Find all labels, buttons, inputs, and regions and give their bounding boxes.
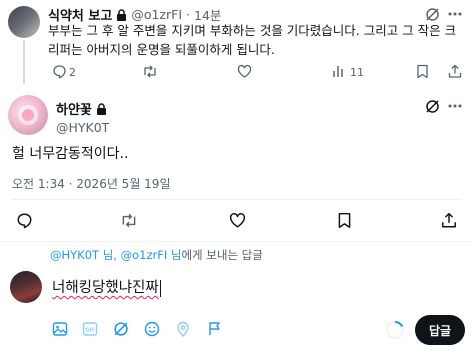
reply-icon[interactable] <box>52 64 67 79</box>
more-icon[interactable] <box>446 6 464 22</box>
grok-icon[interactable] <box>113 321 129 337</box>
views-icon[interactable] <box>331 64 346 79</box>
replying-to-suffix: 에게 보내는 답글 <box>181 248 263 262</box>
main-action-bar <box>12 212 461 232</box>
main-tweet-text: 헐 너무감동적이다.. <box>12 146 129 162</box>
replying-to-handles[interactable]: @HYK0T 님, @o1zrFI 님 <box>50 248 181 262</box>
bookmark-icon[interactable] <box>337 212 352 229</box>
gif-icon[interactable]: GIF <box>82 321 98 337</box>
lock-icon <box>96 102 107 115</box>
compose-toolbar: GIF <box>50 320 250 340</box>
like-icon[interactable] <box>229 212 246 229</box>
svg-text:GIF: GIF <box>85 328 94 334</box>
reply-submit-button[interactable]: 답글 <box>415 315 465 345</box>
reply-icon[interactable] <box>16 212 33 229</box>
retweet-icon[interactable] <box>120 212 138 229</box>
main-author-block: 하얀꽃 @HYK0T <box>56 99 109 135</box>
grok-icon[interactable] <box>423 6 441 22</box>
divider <box>0 241 473 242</box>
share-icon[interactable] <box>441 212 457 229</box>
bookmark-icon[interactable] <box>416 64 429 79</box>
character-count-ring <box>385 320 405 340</box>
location-icon[interactable] <box>176 321 190 337</box>
format-icon[interactable] <box>207 321 223 337</box>
lock-icon <box>116 8 127 21</box>
view-count: 11 <box>350 66 364 79</box>
divider <box>12 199 461 200</box>
parent-avatar[interactable] <box>8 6 40 38</box>
parent-tweet-text: 부부는 그 후 알 주변을 지키며 부화하는 것을 기다렸습니다. 그리고 그 … <box>48 23 457 57</box>
like-icon[interactable] <box>237 64 252 79</box>
main-avatar[interactable] <box>8 95 48 135</box>
separator-dot: · <box>186 7 190 22</box>
reply-draft-text: 너해킹당했냐진짜 <box>52 280 159 296</box>
image-icon[interactable] <box>52 321 68 337</box>
retweet-icon[interactable] <box>142 64 158 79</box>
thread-line <box>23 40 25 84</box>
reply-input[interactable]: 너해킹당했냐진짜 <box>52 276 452 298</box>
main-author-handle[interactable]: @HYK0T <box>56 120 109 135</box>
more-icon[interactable] <box>446 98 464 114</box>
text-cursor <box>159 279 161 297</box>
share-icon[interactable] <box>448 64 462 79</box>
grok-icon[interactable] <box>423 98 441 114</box>
reply-count: 2 <box>69 66 76 79</box>
parent-action-bar: 2 11 <box>48 64 466 80</box>
main-author-name[interactable]: 하얀꽃 <box>56 99 92 118</box>
parent-author-handle[interactable]: @o1zrFI <box>131 7 182 22</box>
compose-avatar[interactable] <box>10 271 42 303</box>
main-timestamp[interactable]: 오전 1:34 · 2026년 5월 19일 <box>12 175 170 192</box>
replying-to: @HYK0T 님, @o1zrFI 님에게 보내는 답글 <box>50 247 263 263</box>
emoji-icon[interactable] <box>144 321 160 337</box>
